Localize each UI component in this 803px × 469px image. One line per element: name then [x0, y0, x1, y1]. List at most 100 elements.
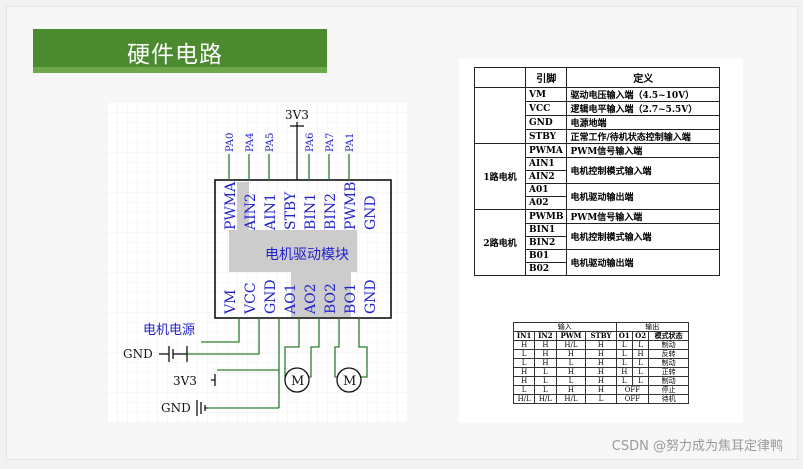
pin-table-header-0	[474, 67, 526, 88]
title-bar: 硬件电路	[33, 29, 327, 73]
definition-cell: 电机驱动输出端	[566, 249, 720, 276]
definition-cell: 电机控制模式输入端	[566, 223, 720, 250]
table-row: VM 驱动电压输入端（4.5~10V）	[474, 87, 720, 144]
pin-cell: AIN2	[524, 170, 568, 184]
truth-cell: H	[555, 349, 587, 359]
truth-cell: 正转	[648, 367, 689, 377]
bottom-pin-1: VCC	[243, 282, 259, 315]
truth-cell: H/L	[555, 340, 587, 350]
top-pin-3: STBY	[283, 191, 299, 230]
slide-title: 硬件电路	[127, 42, 223, 68]
truth-cell: 制动	[648, 340, 689, 350]
definition-cell: PWM信号输入端	[566, 209, 720, 224]
definition-cell: 正常工作/待机状态控制输入端	[566, 129, 720, 144]
definition-cell: 逻辑电平输入端（2.7~5.5V）	[566, 101, 720, 116]
table-row: H L H H H L 正转	[512, 367, 689, 377]
pin-cell: A02	[524, 196, 568, 210]
pin-cell: PWMB	[524, 209, 568, 224]
top-pin-6: PWMB	[343, 182, 359, 230]
truth-cell: H	[512, 367, 536, 377]
top-pin-7: GND	[363, 195, 379, 230]
pin-cell: VCC	[524, 101, 568, 116]
truth-cell: L	[512, 385, 536, 395]
bottom-pin-4: AO2	[303, 284, 319, 316]
truth-cell: OFF	[615, 385, 650, 395]
truth-cell: H	[585, 376, 617, 386]
slide: 硬件电路 3V3 PA0 PA4 PA5 PA6 PA7 PA1 PWMA AIN2 AIN1	[6, 6, 798, 460]
truth-cell: L	[555, 376, 587, 386]
bottom-pin-0: VM	[223, 290, 239, 315]
truth-cell: H	[555, 385, 587, 395]
truth-cell: H	[585, 349, 617, 359]
table-row: L H H H L H 反转	[512, 349, 689, 359]
pin-cell: BIN2	[524, 236, 568, 250]
motor-group-cell	[474, 87, 526, 144]
truth-cell: H	[534, 340, 557, 350]
motor-group-cell: 1路电机	[474, 143, 526, 210]
truth-cell: L	[512, 349, 536, 359]
truth-header-2: PWM	[555, 331, 587, 341]
motor-group-cell: 2路电机	[474, 209, 526, 276]
truth-cell: L	[615, 340, 633, 350]
truth-cell: H/L	[512, 394, 536, 404]
truth-cell: L	[512, 358, 536, 368]
mcu-pin-label-3: PA6	[305, 133, 316, 152]
truth-cell: 反转	[648, 349, 689, 359]
pin-cell: STBY	[524, 129, 568, 144]
bottom-pin-6: BO1	[343, 283, 359, 314]
truth-header-6: 模式状态	[648, 331, 689, 341]
tables-panel: 引脚 定义 VM 驱动电压输入端（4.5~10V） VCC 逻辑电平输入端（2.7~5.…	[459, 59, 743, 423]
pin-table-header-2: 定义	[566, 67, 720, 88]
truth-cell: 制动	[648, 376, 689, 386]
top-pin-4: BIN1	[303, 193, 319, 230]
truth-cell: H	[585, 358, 617, 368]
top-pin-1: AIN2	[243, 193, 259, 231]
truth-cell: L	[555, 358, 587, 368]
top-pin-2: AIN1	[263, 193, 279, 231]
truth-cell: H	[534, 349, 557, 359]
top-pin-0: PWMA	[223, 181, 239, 230]
pin-cell: AIN1	[524, 157, 568, 171]
power-label: 电机电源	[143, 323, 195, 338]
table-row: L L H H OFF 停止	[512, 385, 689, 395]
truth-cell: OFF	[615, 394, 650, 404]
module-label: 电机驱动模块	[265, 247, 349, 263]
mcu-pin-label-4: PA7	[325, 133, 336, 152]
table-row: 2路电机 PWMB PWM信号输入端	[474, 209, 720, 276]
truth-cell: H	[534, 358, 557, 368]
mcu-pin-label-0: PA0	[225, 133, 236, 152]
pin-cell: PWMA	[524, 143, 568, 158]
truth-cell: H	[512, 376, 536, 386]
pin-cell: VM	[524, 87, 568, 102]
definition-cell: 电机控制模式输入端	[566, 157, 720, 184]
truth-cell: L	[631, 367, 650, 377]
truth-table: 输入 输出 IN1 IN2 PWM STBY O1 O2 模式状态 H H H/L H L L 制动 L H…	[512, 322, 690, 404]
pin-cell: B02	[524, 262, 568, 276]
table-row: L H L H L L 制动	[512, 358, 689, 368]
top-pin-5: BIN2	[323, 193, 339, 230]
pin-table-header-1: 引脚	[524, 67, 568, 88]
definition-cell: 电机驱动输出端	[566, 183, 720, 210]
truth-cell: H/L	[555, 394, 587, 404]
truth-cell: H	[585, 367, 617, 377]
vcc-bottom-label: 3V3	[173, 374, 197, 388]
truth-cell: 待机	[648, 394, 689, 404]
truth-cell: L	[534, 367, 557, 377]
truth-cell: 停止	[648, 385, 689, 395]
definition-cell: PWM信号输入端	[566, 143, 720, 158]
circuit-diagram: 3V3 PA0 PA4 PA5 PA6 PA7 PA1 PWMA AIN2 AIN1 STBY B…	[107, 102, 407, 422]
truth-header-1: IN2	[534, 331, 557, 341]
truth-cell: L	[615, 358, 633, 368]
mcu-pin-label-1: PA4	[245, 133, 256, 152]
table-row: H L L H L L 制动	[512, 376, 689, 386]
truth-header-3: STBY	[585, 331, 617, 341]
truth-cell: L	[585, 394, 617, 404]
pin-cell: A01	[524, 183, 568, 197]
truth-cell: H/L	[534, 394, 557, 404]
pin-cell: GND	[524, 115, 568, 130]
table-row: 1路电机 PWMA PWM信号输入端	[474, 143, 720, 210]
truth-header-0: IN1	[512, 331, 536, 341]
circuit-panel: 3V3 PA0 PA4 PA5 PA6 PA7 PA1 PWMA AIN2 AIN1 STBY B…	[107, 102, 407, 422]
vcc-top-label: 3V3	[285, 108, 309, 122]
motor-a-label: M	[291, 374, 304, 389]
